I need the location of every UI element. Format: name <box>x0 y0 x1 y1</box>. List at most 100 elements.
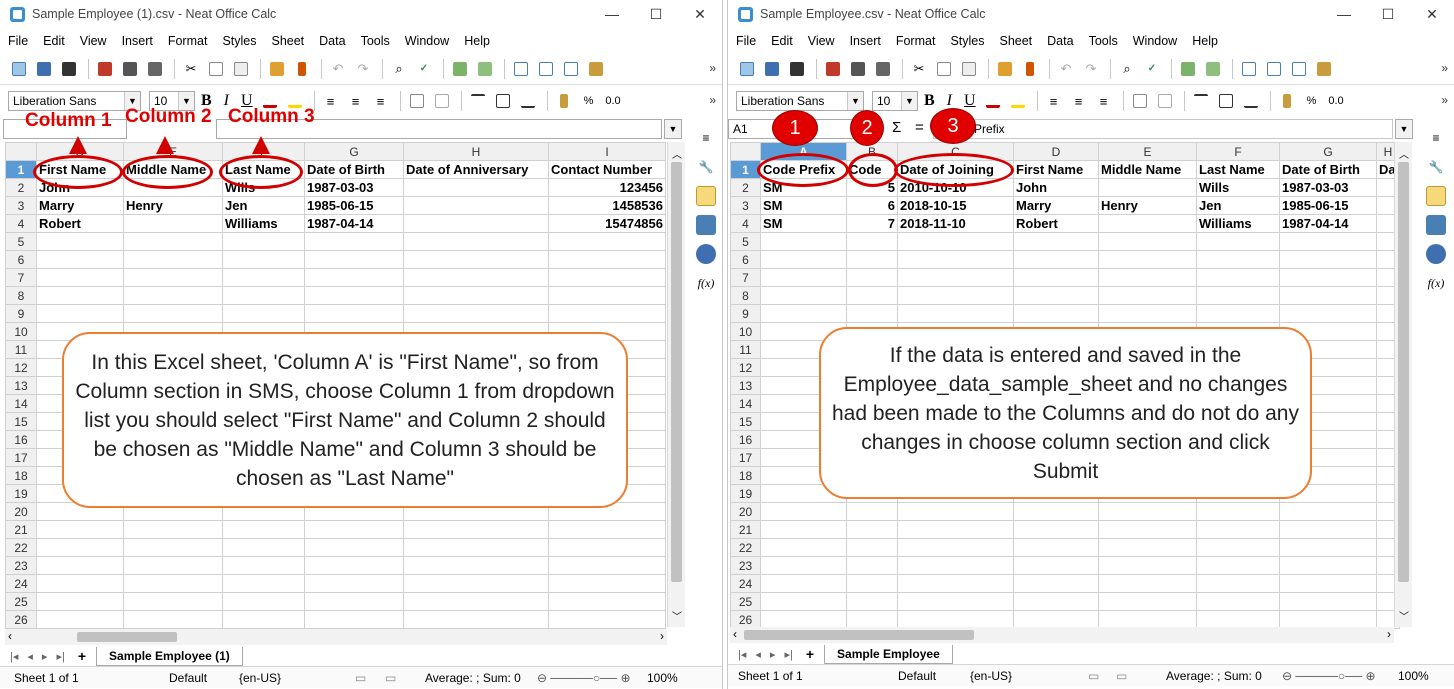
row-header[interactable]: 7 <box>730 268 761 287</box>
save-icon[interactable] <box>786 58 808 80</box>
sort-desc-icon[interactable] <box>1288 58 1310 80</box>
row-icon[interactable] <box>1177 58 1199 80</box>
cell[interactable] <box>304 538 404 557</box>
cell[interactable] <box>222 556 305 575</box>
cell[interactable] <box>1196 232 1280 251</box>
row-header[interactable]: 17 <box>5 448 37 467</box>
cell[interactable]: Marry <box>1013 196 1099 215</box>
cell[interactable] <box>1013 502 1099 521</box>
row-header[interactable]: 2 <box>730 178 761 197</box>
scroll-thumb[interactable] <box>1398 162 1409 582</box>
cell[interactable] <box>1013 574 1099 593</box>
currency-icon[interactable] <box>1276 90 1298 112</box>
row-header[interactable]: 10 <box>730 322 761 341</box>
cut-icon[interactable]: ✂ <box>908 58 930 80</box>
cell[interactable]: Date of Birth <box>304 160 404 179</box>
row-header[interactable]: 14 <box>5 394 37 413</box>
cell[interactable] <box>304 286 404 305</box>
cell[interactable] <box>1279 538 1377 557</box>
scroll-up-icon[interactable]: ︿ <box>1399 146 1409 161</box>
currency-icon[interactable] <box>553 90 575 112</box>
cell[interactable] <box>36 286 124 305</box>
corner-cell[interactable] <box>5 142 37 161</box>
menu-view[interactable]: View <box>80 34 107 48</box>
cell[interactable] <box>1196 520 1280 539</box>
cell[interactable] <box>846 592 898 611</box>
cell[interactable] <box>846 574 898 593</box>
paste-icon[interactable] <box>230 58 252 80</box>
cell[interactable] <box>760 304 847 323</box>
row-header[interactable]: 26 <box>5 610 37 629</box>
cell[interactable] <box>1196 502 1280 521</box>
menu-insert[interactable]: Insert <box>122 34 153 48</box>
cell[interactable] <box>1279 520 1377 539</box>
cell[interactable]: 1985-06-15 <box>304 196 404 215</box>
maximize-icon[interactable]: ☐ <box>634 0 678 28</box>
bold-icon[interactable]: B <box>924 92 935 110</box>
row-header[interactable]: 5 <box>730 232 761 251</box>
horizontal-scrollbar[interactable]: ‹ › <box>5 629 667 645</box>
row-header[interactable]: 16 <box>5 430 37 449</box>
sort-icon[interactable] <box>1238 58 1260 80</box>
cell[interactable] <box>760 286 847 305</box>
row-header[interactable]: 5 <box>5 232 37 251</box>
cell[interactable] <box>1279 592 1377 611</box>
row-header[interactable]: 7 <box>5 268 37 287</box>
cell[interactable] <box>403 556 549 575</box>
column-header[interactable]: D <box>1013 142 1099 161</box>
styles-icon[interactable] <box>696 186 716 206</box>
menu-tools[interactable]: Tools <box>1089 34 1118 48</box>
cell[interactable] <box>1013 304 1099 323</box>
minimize-icon[interactable]: — <box>590 0 634 28</box>
cell[interactable] <box>548 538 666 557</box>
row-header[interactable]: 22 <box>5 538 37 557</box>
column-header[interactable]: I <box>548 142 666 161</box>
row-header[interactable]: 19 <box>730 484 761 503</box>
cut-icon[interactable]: ✂ <box>180 58 202 80</box>
column-header[interactable]: G <box>304 142 404 161</box>
equals-icon[interactable]: = <box>915 119 924 136</box>
menu-edit[interactable]: Edit <box>771 34 793 48</box>
menu-help[interactable]: Help <box>464 34 490 48</box>
cell[interactable] <box>123 574 223 593</box>
cell[interactable] <box>403 520 549 539</box>
scroll-right-icon[interactable]: › <box>660 629 664 643</box>
cell[interactable] <box>897 502 1014 521</box>
cell[interactable] <box>760 250 847 269</box>
row-header[interactable]: 4 <box>730 214 761 233</box>
cell[interactable] <box>1098 232 1197 251</box>
cell[interactable] <box>897 286 1014 305</box>
sort-icon[interactable] <box>510 58 532 80</box>
cell[interactable] <box>304 232 404 251</box>
cell[interactable]: First Name <box>1013 160 1099 179</box>
align-left-icon[interactable]: ≡ <box>1043 90 1065 112</box>
cell[interactable] <box>123 592 223 611</box>
menu-help[interactable]: Help <box>1192 34 1218 48</box>
cell[interactable] <box>403 178 549 197</box>
row-header[interactable]: 24 <box>730 574 761 593</box>
cell[interactable]: Jen <box>222 196 305 215</box>
cell[interactable] <box>123 214 223 233</box>
menu-data[interactable]: Data <box>1047 34 1073 48</box>
cell[interactable] <box>1279 304 1377 323</box>
cell[interactable] <box>1196 304 1280 323</box>
cell[interactable] <box>1196 268 1280 287</box>
cell[interactable] <box>123 268 223 287</box>
row-header[interactable]: 19 <box>5 484 37 503</box>
cell[interactable] <box>1013 556 1099 575</box>
zoom-slider[interactable]: ⊖ ─────○── ⊕ <box>1282 669 1398 683</box>
formula-input[interactable]: Prefix <box>933 119 1393 139</box>
cell[interactable] <box>897 592 1014 611</box>
cell[interactable]: Middle Name <box>1098 160 1197 179</box>
expand-formula-icon[interactable]: ▼ <box>1395 119 1413 139</box>
cell[interactable] <box>846 538 898 557</box>
row-header[interactable]: 9 <box>5 304 37 323</box>
cell[interactable] <box>760 592 847 611</box>
navigator-icon[interactable] <box>1426 244 1446 264</box>
cell[interactable] <box>1098 538 1197 557</box>
cell[interactable]: Jen <box>1196 196 1280 215</box>
cell[interactable]: 123456 <box>548 178 666 197</box>
cell[interactable] <box>222 250 305 269</box>
cell[interactable] <box>403 574 549 593</box>
cell[interactable] <box>897 520 1014 539</box>
